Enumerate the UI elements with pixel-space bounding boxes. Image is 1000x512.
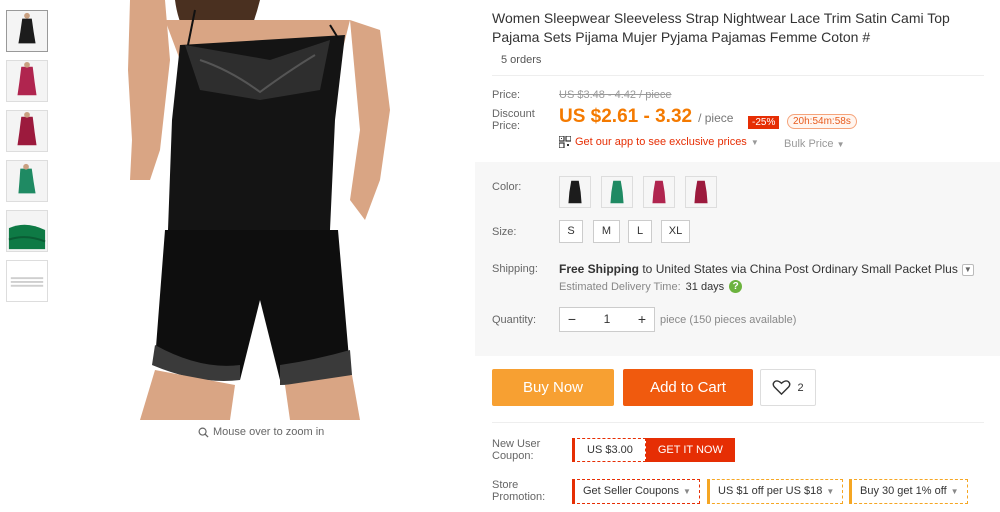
help-icon[interactable]: ? bbox=[729, 280, 743, 293]
delivery-estimate: Estimated Delivery Time: 31 days ? bbox=[559, 280, 743, 293]
chevron-down-icon: ▼ bbox=[750, 137, 759, 147]
thumbnail-gallery bbox=[6, 10, 50, 310]
countdown-timer: 20h:54m:58s bbox=[787, 114, 857, 129]
size-option-xl[interactable]: XL bbox=[661, 220, 690, 243]
color-label: Color: bbox=[492, 181, 522, 193]
thumbnail-rose[interactable] bbox=[6, 60, 48, 102]
color-swatch-rose[interactable] bbox=[643, 176, 675, 208]
chevron-down-icon: ▼ bbox=[950, 487, 959, 496]
quantity-input[interactable]: 1 bbox=[584, 308, 630, 331]
color-swatch-green[interactable] bbox=[601, 176, 633, 208]
color-swatch-black[interactable] bbox=[559, 176, 591, 208]
options-area bbox=[475, 162, 1000, 356]
promo-dollar-off-dropdown[interactable]: US $1 off per US $18 ▼ bbox=[707, 479, 844, 504]
quantity-availability: piece (150 pieces available) bbox=[660, 314, 797, 326]
shipping-info[interactable]: Free Shipping to United States via China… bbox=[559, 262, 974, 276]
buy-now-button[interactable]: Buy Now bbox=[492, 369, 614, 406]
new-user-coupon-label: New User Coupon: bbox=[492, 438, 541, 462]
discount-price-label: Discount Price: bbox=[492, 108, 535, 132]
app-price-link[interactable]: Get our app to see exclusive prices ▼ bbox=[559, 136, 759, 148]
wishlist-count: 2 bbox=[797, 381, 804, 394]
product-detail-panel: Women Sleepwear Sleeveless Strap Nightwe… bbox=[475, 0, 1000, 512]
quantity-increase-button[interactable]: + bbox=[630, 308, 654, 331]
thumbnail-green[interactable] bbox=[6, 160, 48, 202]
size-label: Size: bbox=[492, 226, 517, 238]
coupon-value: US $3.00 bbox=[572, 438, 646, 462]
thumbnail-black[interactable] bbox=[6, 10, 48, 52]
quantity-stepper: − 1 + bbox=[559, 307, 655, 332]
qr-code-icon bbox=[559, 136, 571, 148]
price-unit: / piece bbox=[698, 111, 734, 125]
delivery-days: 31 days bbox=[685, 280, 725, 293]
size-option-s[interactable]: S bbox=[559, 220, 583, 243]
discount-price-amount: US $2.61 - 3.32 bbox=[559, 106, 693, 127]
size-option-l[interactable]: L bbox=[628, 220, 652, 243]
zoom-hint-text: Mouse over to zoom in bbox=[213, 426, 325, 438]
product-title: Women Sleepwear Sleeveless Strap Nightwe… bbox=[492, 10, 950, 45]
product-main-image[interactable] bbox=[60, 0, 475, 420]
add-to-cart-button[interactable]: Add to Cart bbox=[623, 369, 753, 406]
color-swatch-wine[interactable] bbox=[685, 176, 717, 208]
chevron-down-icon: ▼ bbox=[826, 487, 835, 496]
new-user-coupon: US $3.00 GET IT NOW bbox=[572, 438, 735, 462]
zoom-hint: Mouse over to zoom in bbox=[198, 426, 324, 438]
thumbnail-size-chart[interactable] bbox=[6, 260, 48, 302]
thumbnail-green-folded[interactable] bbox=[6, 210, 48, 252]
divider bbox=[492, 422, 984, 423]
chevron-down-icon: ▼ bbox=[836, 140, 845, 149]
quantity-decrease-button[interactable]: − bbox=[560, 308, 584, 331]
heart-icon bbox=[772, 380, 791, 396]
order-count: 5 orders bbox=[492, 50, 984, 76]
size-option-m[interactable]: M bbox=[593, 220, 620, 243]
store-promotion-label: Store Promotion: bbox=[492, 479, 546, 503]
discount-badge: -25% bbox=[748, 116, 780, 129]
seller-coupons-dropdown[interactable]: Get Seller Coupons ▼ bbox=[572, 479, 700, 504]
discount-price: US $2.61 - 3.32 / piece bbox=[559, 106, 733, 128]
app-price-text: Get our app to see exclusive prices bbox=[575, 136, 747, 148]
quantity-label: Quantity: bbox=[492, 314, 537, 326]
get-coupon-button[interactable]: GET IT NOW bbox=[645, 438, 735, 462]
wishlist-button[interactable]: 2 bbox=[760, 369, 816, 406]
promo-bulk-discount-dropdown[interactable]: Buy 30 get 1% off ▼ bbox=[849, 479, 968, 504]
bulk-price-toggle[interactable]: Bulk Price ▼ bbox=[784, 138, 845, 150]
magnifier-icon bbox=[198, 427, 209, 438]
original-price: US $3.48 - 4.42 / piece bbox=[559, 89, 672, 101]
shipping-label: Shipping: bbox=[492, 263, 538, 275]
chevron-down-icon: ▼ bbox=[683, 487, 691, 496]
price-label: Price: bbox=[492, 89, 521, 101]
chevron-down-icon[interactable]: ▼ bbox=[961, 263, 974, 276]
thumbnail-wine[interactable] bbox=[6, 110, 48, 152]
